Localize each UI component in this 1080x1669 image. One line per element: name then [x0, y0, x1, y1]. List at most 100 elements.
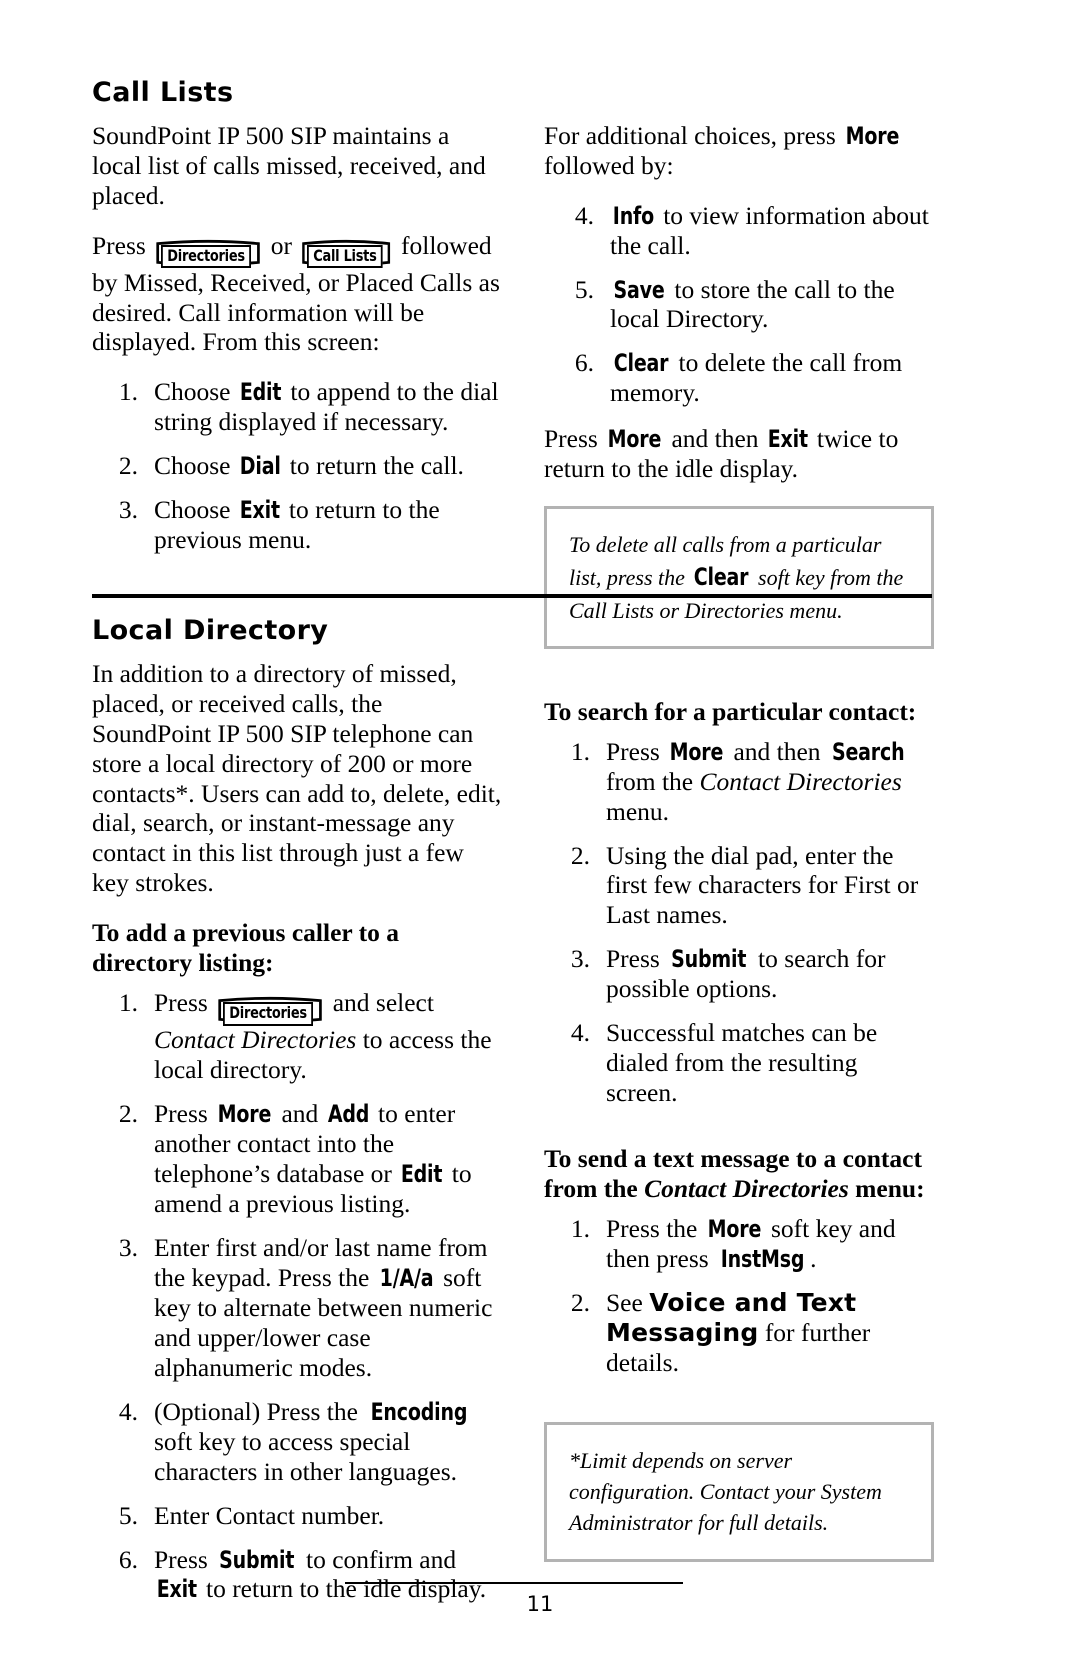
step-number: 2. — [570, 840, 590, 870]
menu-name-contact-directories: Contact Directories — [699, 766, 902, 796]
step-number: 4. — [570, 1018, 590, 1048]
step-text-post: soft key to access special characters in… — [154, 1426, 458, 1486]
step-text-pre: Using the dial pad, enter the first few … — [606, 840, 919, 930]
step-text-post: to view information about the call. — [610, 200, 929, 260]
step-text-pre: Choose — [154, 377, 237, 407]
softkey-submit[interactable]: Submit — [219, 1546, 294, 1574]
softkey-search[interactable]: Search — [832, 738, 905, 766]
or-label: or — [270, 230, 292, 260]
section-divider — [92, 594, 932, 598]
step-text-pre: Press — [154, 988, 215, 1018]
softkey-more[interactable]: More — [218, 1100, 272, 1128]
step-number: 5. — [574, 274, 594, 304]
step-number: 3. — [118, 495, 138, 525]
step-number: 3. — [118, 1232, 138, 1262]
step-text-pre: Press — [606, 736, 667, 766]
more-choices-intro: For additional choices, press More follo… — [544, 121, 934, 181]
step-text-pre: Choose — [154, 495, 237, 525]
menu-name-contact-directories: Contact Directories — [154, 1025, 357, 1055]
list-item: 4. Info to view information about the cal… — [544, 201, 934, 261]
step-number: 6. — [574, 348, 594, 378]
step-text-pre: Press — [154, 1099, 215, 1129]
list-item: 4. Successful matches can be dialed from … — [544, 1018, 934, 1108]
more-intro-post: followed by: — [544, 150, 674, 180]
softkey-dial[interactable]: Dial — [240, 452, 281, 480]
list-item: 3. Press Submit to search for possible op… — [544, 944, 934, 1004]
list-item: 3. Choose Exit to return to the previous … — [92, 495, 504, 555]
footer-rule — [345, 1582, 683, 1584]
list-item: 2. Press More and Add to enter another co… — [92, 1099, 504, 1219]
call-lists-press-paragraph: Press Directories or Call Lists followed… — [92, 231, 504, 358]
local-directory-intro: In addition to a directory of missed, pl… — [92, 658, 502, 898]
call-lists-columns: SoundPoint IP 500 SIP maintains a local … — [92, 121, 934, 649]
step-text-pre: Choose — [154, 451, 237, 481]
list-item: 4. (Optional) Press the Encoding soft key… — [92, 1397, 504, 1487]
call-lists-left-column: SoundPoint IP 500 SIP maintains a local … — [92, 121, 504, 571]
softkey-exit[interactable]: Exit — [768, 425, 808, 453]
local-directory-section: Local Directory In addition to a directo… — [92, 615, 934, 1621]
list-item: 1. Press the More soft key and then press… — [544, 1214, 934, 1274]
key-call-lists-label: Call Lists — [307, 244, 384, 269]
step-number: 4. — [118, 1396, 138, 1426]
softkey-more[interactable]: More — [608, 425, 662, 453]
list-item: 1. Choose Edit to append to the dial stri… — [92, 377, 504, 437]
softkey-instmsg[interactable]: InstMsg — [721, 1245, 805, 1273]
softkey-more[interactable]: More — [846, 122, 900, 150]
local-directory-columns: In addition to a directory of missed, pl… — [92, 659, 934, 1621]
step-text-mid1: to confirm and — [299, 1544, 457, 1574]
step-text-mid: and select — [326, 988, 434, 1018]
step-number: 6. — [118, 1544, 138, 1574]
step-text-post: . — [810, 1243, 817, 1273]
search-contact-steps: 1. Press More and then Search from the Co… — [544, 737, 934, 1108]
key-directories[interactable]: Directories — [155, 238, 261, 269]
page-number: 11 — [526, 1592, 554, 1616]
step-text-mid1: and — [275, 1099, 325, 1129]
step-number: 2. — [570, 1287, 590, 1317]
menu-name-contact-directories: Contact Directories — [644, 1174, 849, 1204]
page-title-call-lists: Call Lists — [92, 77, 234, 108]
softkey-add[interactable]: Add — [327, 1100, 369, 1128]
softkey-encoding[interactable]: Encoding — [371, 1398, 468, 1426]
step-text-pre: Enter Contact number. — [154, 1500, 385, 1530]
call-lists-closing: Press More and then Exit twice to return… — [544, 424, 934, 484]
closing-pre: Press — [544, 424, 605, 454]
manual-page: Call Lists SoundPoint IP 500 SIP maintai… — [0, 0, 1080, 1669]
step-text-post: menu. — [606, 796, 670, 826]
list-item: 6. Clear to delete the call from memory. — [544, 348, 934, 408]
step-text-pre: Press the — [606, 1214, 704, 1244]
call-lists-section: Call Lists SoundPoint IP 500 SIP maintai… — [92, 77, 934, 649]
softkey-clear[interactable]: Clear — [694, 560, 749, 594]
add-caller-heading: To add a previous caller to a directory … — [92, 918, 399, 978]
key-directories-label: Directories — [223, 1002, 314, 1027]
press-suffix-text: followed by Missed, Received, or Placed … — [92, 230, 500, 357]
textmsg-heading-post: menu: — [848, 1174, 925, 1204]
softkey-submit[interactable]: Submit — [671, 945, 746, 973]
step-number: 3. — [570, 944, 590, 974]
softkey-more[interactable]: More — [670, 738, 724, 766]
step-number: 5. — [118, 1500, 138, 1530]
step-number: 2. — [118, 451, 138, 481]
step-number: 2. — [118, 1099, 138, 1129]
step-text-post: to return the call. — [283, 451, 464, 481]
softkey-edit[interactable]: Edit — [240, 378, 282, 406]
list-item: 2. See Voice and Text Messaging for furth… — [544, 1288, 934, 1378]
softkey-edit[interactable]: Edit — [401, 1160, 443, 1188]
key-call-lists[interactable]: Call Lists — [301, 238, 391, 269]
local-directory-left-column: In addition to a directory of missed, pl… — [92, 659, 504, 1621]
step-number: 1. — [570, 736, 590, 766]
page-title-local-directory: Local Directory — [92, 615, 329, 646]
key-directories-label: Directories — [161, 244, 252, 269]
softkey-save[interactable]: Save — [613, 276, 664, 304]
call-lists-steps: 1. Choose Edit to append to the dial stri… — [92, 377, 504, 555]
step-text-pre: Press — [154, 1544, 215, 1574]
softkey-clear[interactable]: Clear — [614, 349, 669, 377]
softkey-info[interactable]: Info — [613, 202, 654, 230]
list-item: 5. Save to store the call to the local Di… — [544, 275, 934, 335]
key-directories[interactable]: Directories — [217, 995, 323, 1027]
softkey-more[interactable]: More — [707, 1215, 761, 1243]
softkey-alphanumeric-mode[interactable]: 1/A/a — [379, 1264, 433, 1292]
add-caller-steps: 1. Press Directories and select Contact D… — [92, 988, 504, 1604]
text-message-heading: To send a text message to a contact from… — [544, 1144, 934, 1204]
step-number: 4. — [574, 200, 594, 230]
softkey-exit[interactable]: Exit — [240, 496, 280, 524]
